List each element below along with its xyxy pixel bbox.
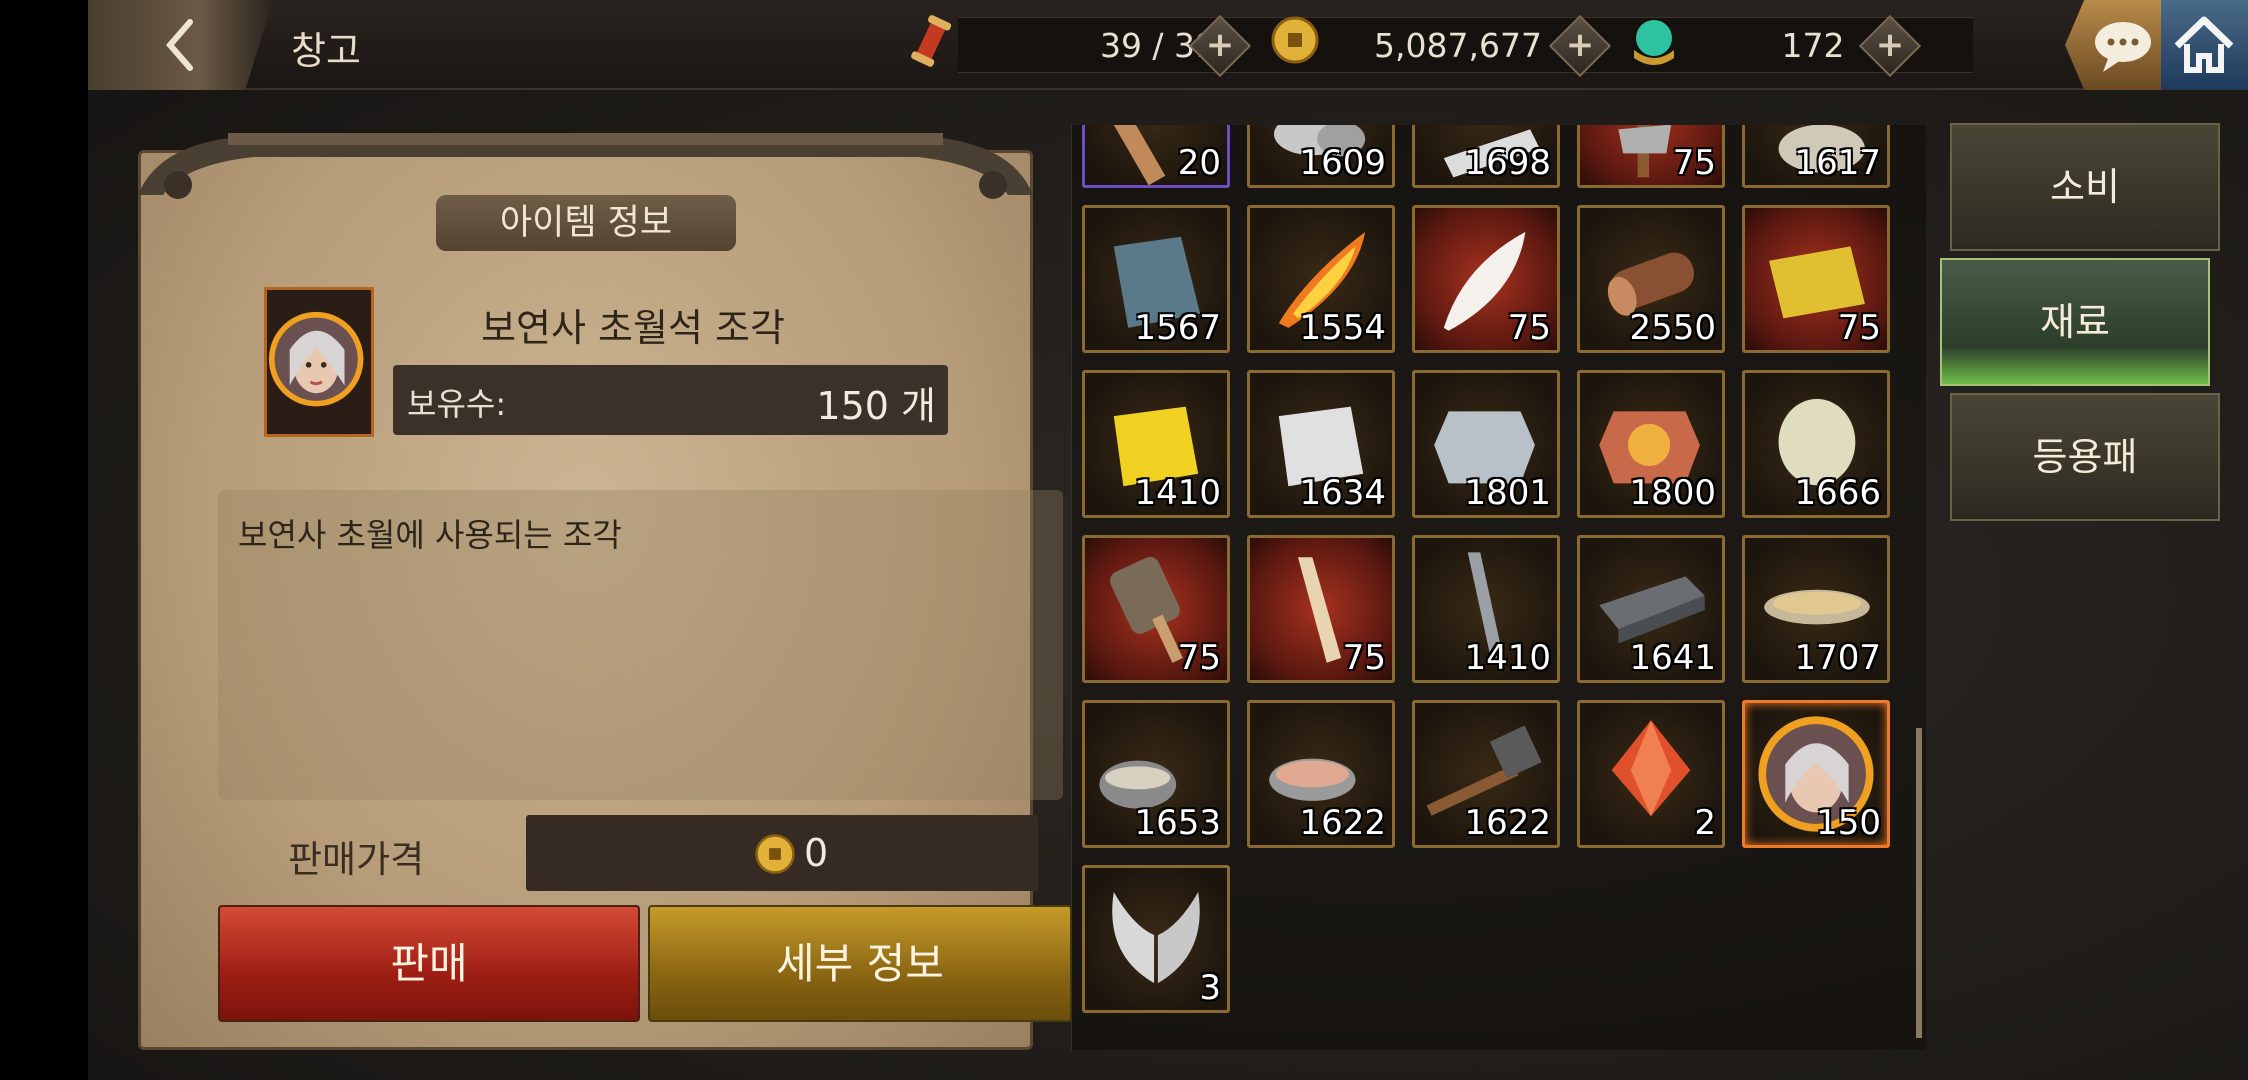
resource-jade: 172 — [1633, 17, 1973, 73]
jade-orb-icon — [1634, 20, 1674, 65]
back-button[interactable] — [148, 10, 218, 80]
item-slot[interactable]: 1801 — [1412, 370, 1560, 518]
item-count: 1641 — [1629, 638, 1716, 678]
item-slot[interactable]: 75 — [1412, 205, 1560, 353]
item-count: 2 — [1694, 803, 1716, 843]
page-title: 창고 — [291, 29, 361, 73]
item-slot[interactable]: 2550 — [1577, 205, 1725, 353]
resource-gold-value: 5,087,677 — [1374, 26, 1542, 65]
portrait-fragment-icon — [268, 311, 364, 407]
item-slot[interactable]: 75 — [1577, 125, 1725, 188]
chevron-left-icon — [166, 19, 193, 71]
item-count: 75 — [1507, 308, 1551, 348]
plus-icon: + — [1875, 25, 1905, 65]
item-slot-selected[interactable]: 150 — [1742, 700, 1890, 848]
item-info-panel: 아이템 정보 보연사 초월석 조각 보유수: 150 개 보연사 초월에 사용되… — [118, 125, 1072, 1050]
plus-icon: + — [1205, 25, 1235, 65]
item-count: 1410 — [1464, 638, 1551, 678]
detail-info-button[interactable]: 세부 정보 — [648, 905, 1072, 1022]
item-count: 1800 — [1629, 473, 1716, 513]
item-slot[interactable]: 1622 — [1412, 700, 1560, 848]
top-bar: 창고 39 / 39 + 5,087,677 + 172 + — [88, 0, 2248, 90]
chat-button[interactable] — [2065, 0, 2161, 90]
warehouse-screen: 창고 39 / 39 + 5,087,677 + 172 + 아이템 정보 보연… — [88, 0, 2248, 1080]
item-count: 1410 — [1134, 473, 1221, 513]
item-slot[interactable]: 1634 — [1247, 370, 1395, 518]
item-slot[interactable]: 1622 — [1247, 700, 1395, 848]
owned-label: 보유수: — [407, 385, 507, 423]
tab-label: 소비 — [2050, 165, 2120, 209]
roof-ornament — [138, 133, 1033, 199]
price-value: 0 — [804, 831, 829, 875]
item-count: 1801 — [1464, 473, 1551, 513]
item-description: 보연사 초월에 사용되는 조각 — [238, 516, 622, 554]
gold-coin-icon — [755, 834, 795, 874]
item-slot[interactable]: 1554 — [1247, 205, 1395, 353]
item-count: 1666 — [1794, 473, 1881, 513]
item-count: 1617 — [1794, 143, 1881, 183]
item-count: 1567 — [1134, 308, 1221, 348]
tab-consumables[interactable]: 소비 — [1950, 123, 2220, 251]
item-slot[interactable]: 1567 — [1082, 205, 1230, 353]
item-slot[interactable]: 20 — [1082, 125, 1230, 188]
item-count: 1698 — [1464, 143, 1551, 183]
price-box: 0 — [526, 815, 1038, 891]
item-slot[interactable]: 1698 — [1412, 125, 1560, 188]
item-name: 보연사 초월석 조각 — [481, 306, 785, 350]
price-label: 판매가격 — [288, 838, 425, 881]
item-count: 1653 — [1134, 803, 1221, 843]
item-count: 1622 — [1464, 803, 1551, 843]
sell-button-label: 판매 — [390, 939, 468, 988]
tab-label: 재료 — [2040, 300, 2110, 344]
item-slot[interactable]: 1707 — [1742, 535, 1890, 683]
item-slot[interactable]: 1609 — [1247, 125, 1395, 188]
scroll-icon — [911, 15, 952, 67]
item-count: 1634 — [1299, 473, 1386, 513]
gold-coin-icon — [1271, 16, 1319, 64]
item-count: 1609 — [1299, 143, 1386, 183]
home-icon — [2174, 16, 2234, 73]
item-grid[interactable]: 20 1609 1698 75 1617 1567 1554 75 2550 7… — [1071, 125, 1926, 1050]
item-slot[interactable]: 75 — [1247, 535, 1395, 683]
item-slot[interactable]: 1410 — [1412, 535, 1560, 683]
home-button[interactable] — [2161, 0, 2248, 90]
sell-button[interactable]: 판매 — [218, 905, 640, 1022]
item-slot[interactable]: 1617 — [1742, 125, 1890, 188]
item-count: 1707 — [1794, 638, 1881, 678]
item-slot[interactable]: 3 — [1082, 865, 1230, 1013]
item-portrait — [264, 287, 374, 437]
owned-value: 150 개 — [816, 384, 936, 428]
item-slot[interactable]: 1641 — [1577, 535, 1725, 683]
plus-icon: + — [1565, 25, 1595, 65]
item-count: 20 — [1177, 143, 1221, 183]
item-count: 75 — [1672, 143, 1716, 183]
item-count: 150 — [1816, 803, 1881, 843]
tab-recruit-tokens[interactable]: 등용패 — [1950, 393, 2220, 521]
item-slot[interactable]: 1666 — [1742, 370, 1890, 518]
item-slot[interactable]: 1800 — [1577, 370, 1725, 518]
item-slot[interactable]: 75 — [1742, 205, 1890, 353]
item-count: 75 — [1177, 638, 1221, 678]
item-slot[interactable]: 1653 — [1082, 700, 1230, 848]
item-slot[interactable]: 1410 — [1082, 370, 1230, 518]
grid-scrollbar-thumb[interactable] — [1916, 728, 1922, 1038]
section-title: 아이템 정보 — [499, 203, 673, 243]
item-slot[interactable]: 75 — [1082, 535, 1230, 683]
item-count: 75 — [1837, 308, 1881, 348]
item-count: 3 — [1199, 968, 1221, 1008]
chat-bubble-icon — [2095, 22, 2151, 72]
item-count: 2550 — [1629, 308, 1716, 348]
item-count: 75 — [1342, 638, 1386, 678]
tab-materials[interactable]: 재료 — [1940, 258, 2210, 386]
item-count: 1554 — [1299, 308, 1386, 348]
owned-count-box: 보유수: 150 개 — [393, 365, 948, 435]
item-slot[interactable]: 2 — [1577, 700, 1725, 848]
item-count: 1622 — [1299, 803, 1386, 843]
tab-label: 등용패 — [2032, 435, 2138, 479]
section-title-plate: 아이템 정보 — [436, 195, 736, 251]
description-box: 보연사 초월에 사용되는 조각 — [218, 490, 1063, 800]
detail-button-label: 세부 정보 — [776, 939, 944, 988]
